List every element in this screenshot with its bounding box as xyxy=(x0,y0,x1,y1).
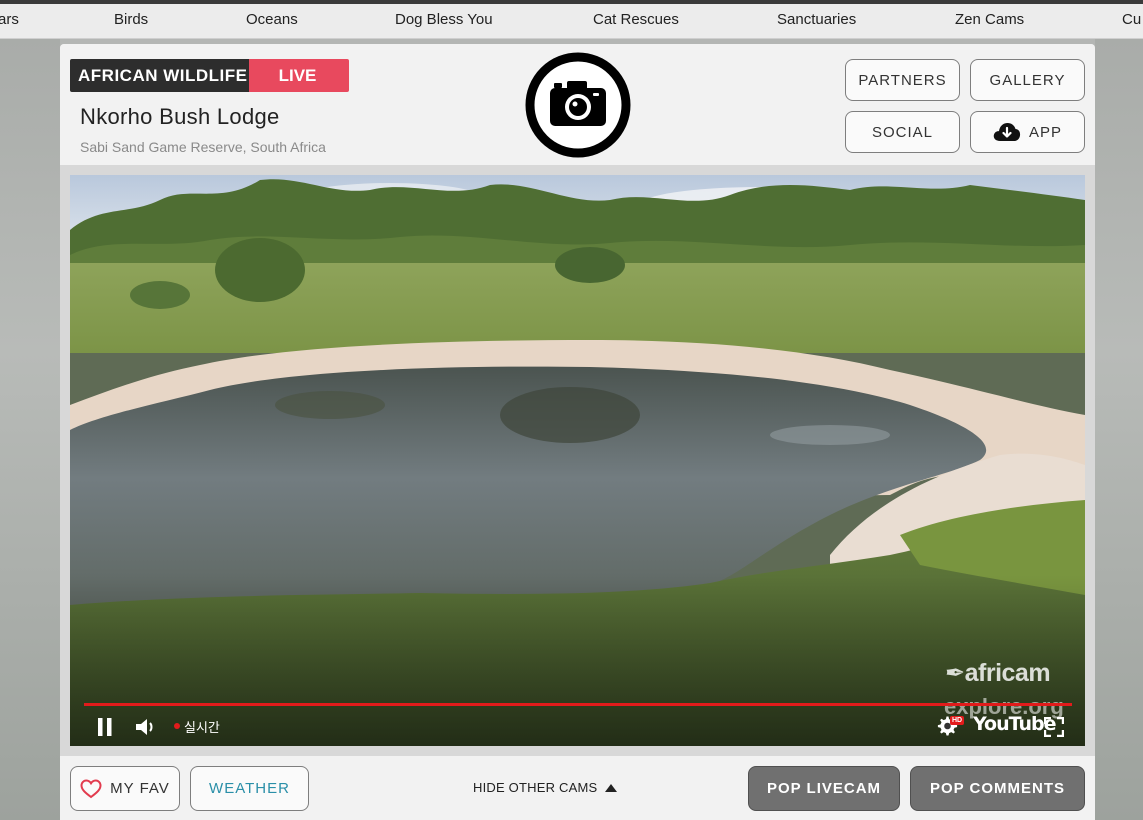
live-indicator: 실시간 xyxy=(184,721,220,736)
app-button[interactable]: APP xyxy=(970,111,1085,153)
gallery-button-label: GALLERY xyxy=(989,71,1066,89)
partners-button-label: PARTNERS xyxy=(858,71,947,89)
cam-toolbar: MY FAV WEATHER HIDE OTHER CAMS POP LIVEC… xyxy=(60,756,1095,820)
category-badge[interactable]: AFRICAN WILDLIFE xyxy=(70,59,249,92)
pop-livecam-label: POP LIVECAM xyxy=(766,780,882,797)
nav-item-partial-left[interactable]: ars xyxy=(0,11,19,28)
pop-livecam-button[interactable]: POP LIVECAM xyxy=(748,766,900,811)
hide-other-cams-toggle[interactable]: HIDE OTHER CAMS xyxy=(473,780,618,795)
cam-card: AFRICAN WILDLIFE LIVE Nkorho Bush Lodge … xyxy=(60,44,1095,820)
category-nav: ars Birds Oceans Dog Bless You Cat Rescu… xyxy=(0,0,1143,39)
cam-badges: AFRICAN WILDLIFE LIVE xyxy=(70,59,349,92)
weather-label: WEATHER xyxy=(209,780,290,797)
my-fav-button[interactable]: MY FAV xyxy=(70,766,180,811)
pause-icon[interactable] xyxy=(96,717,114,737)
volume-icon[interactable] xyxy=(134,717,156,737)
social-button-label: SOCIAL xyxy=(871,123,934,141)
heart-icon xyxy=(80,778,102,798)
page-title: Nkorho Bush Lodge xyxy=(80,104,280,129)
weather-button[interactable]: WEATHER xyxy=(190,766,309,811)
hd-badge: HD xyxy=(950,716,965,725)
caret-up-icon xyxy=(605,783,618,792)
africam-watermark-text: africam xyxy=(964,659,1051,687)
cam-location: Sabi Sand Game Reserve, South Africa xyxy=(80,139,326,155)
nav-item-sanctuaries[interactable]: Sanctuaries xyxy=(777,11,856,28)
social-button[interactable]: SOCIAL xyxy=(845,111,960,153)
live-badge: LIVE xyxy=(249,59,349,92)
background-right xyxy=(1095,39,1143,820)
pop-comments-button[interactable]: POP COMMENTS xyxy=(910,766,1085,811)
nav-item-zen-cams[interactable]: Zen Cams xyxy=(955,11,1024,28)
nav-item-cat-rescues[interactable]: Cat Rescues xyxy=(593,11,679,28)
cam-header: AFRICAN WILDLIFE LIVE Nkorho Bush Lodge … xyxy=(60,44,1095,165)
camera-icon[interactable] xyxy=(525,52,631,158)
gallery-button[interactable]: GALLERY xyxy=(970,59,1085,101)
africam-watermark: ✒africam xyxy=(945,659,1051,687)
hide-other-cams-label: HIDE OTHER CAMS xyxy=(473,780,598,795)
video-player[interactable]: ✒africam explore.org 실시간 HD YouTube xyxy=(70,175,1085,746)
nav-item-dog-bless-you[interactable]: Dog Bless You xyxy=(395,11,493,28)
my-fav-label: MY FAV xyxy=(110,780,170,797)
partners-button[interactable]: PARTNERS xyxy=(845,59,960,101)
live-dot xyxy=(174,723,180,729)
livecam-frame xyxy=(70,175,1085,746)
nav-item-oceans[interactable]: Oceans xyxy=(246,11,298,28)
background-left xyxy=(0,39,60,820)
pop-comments-label: POP COMMENTS xyxy=(929,780,1066,797)
nav-item-partial-right[interactable]: Cu xyxy=(1122,11,1141,28)
fullscreen-icon[interactable] xyxy=(1044,717,1064,737)
cloud-download-icon xyxy=(993,123,1021,141)
app-button-label: APP xyxy=(1028,123,1062,141)
progress-bar[interactable] xyxy=(84,703,1072,706)
nav-item-birds[interactable]: Birds xyxy=(114,11,148,28)
